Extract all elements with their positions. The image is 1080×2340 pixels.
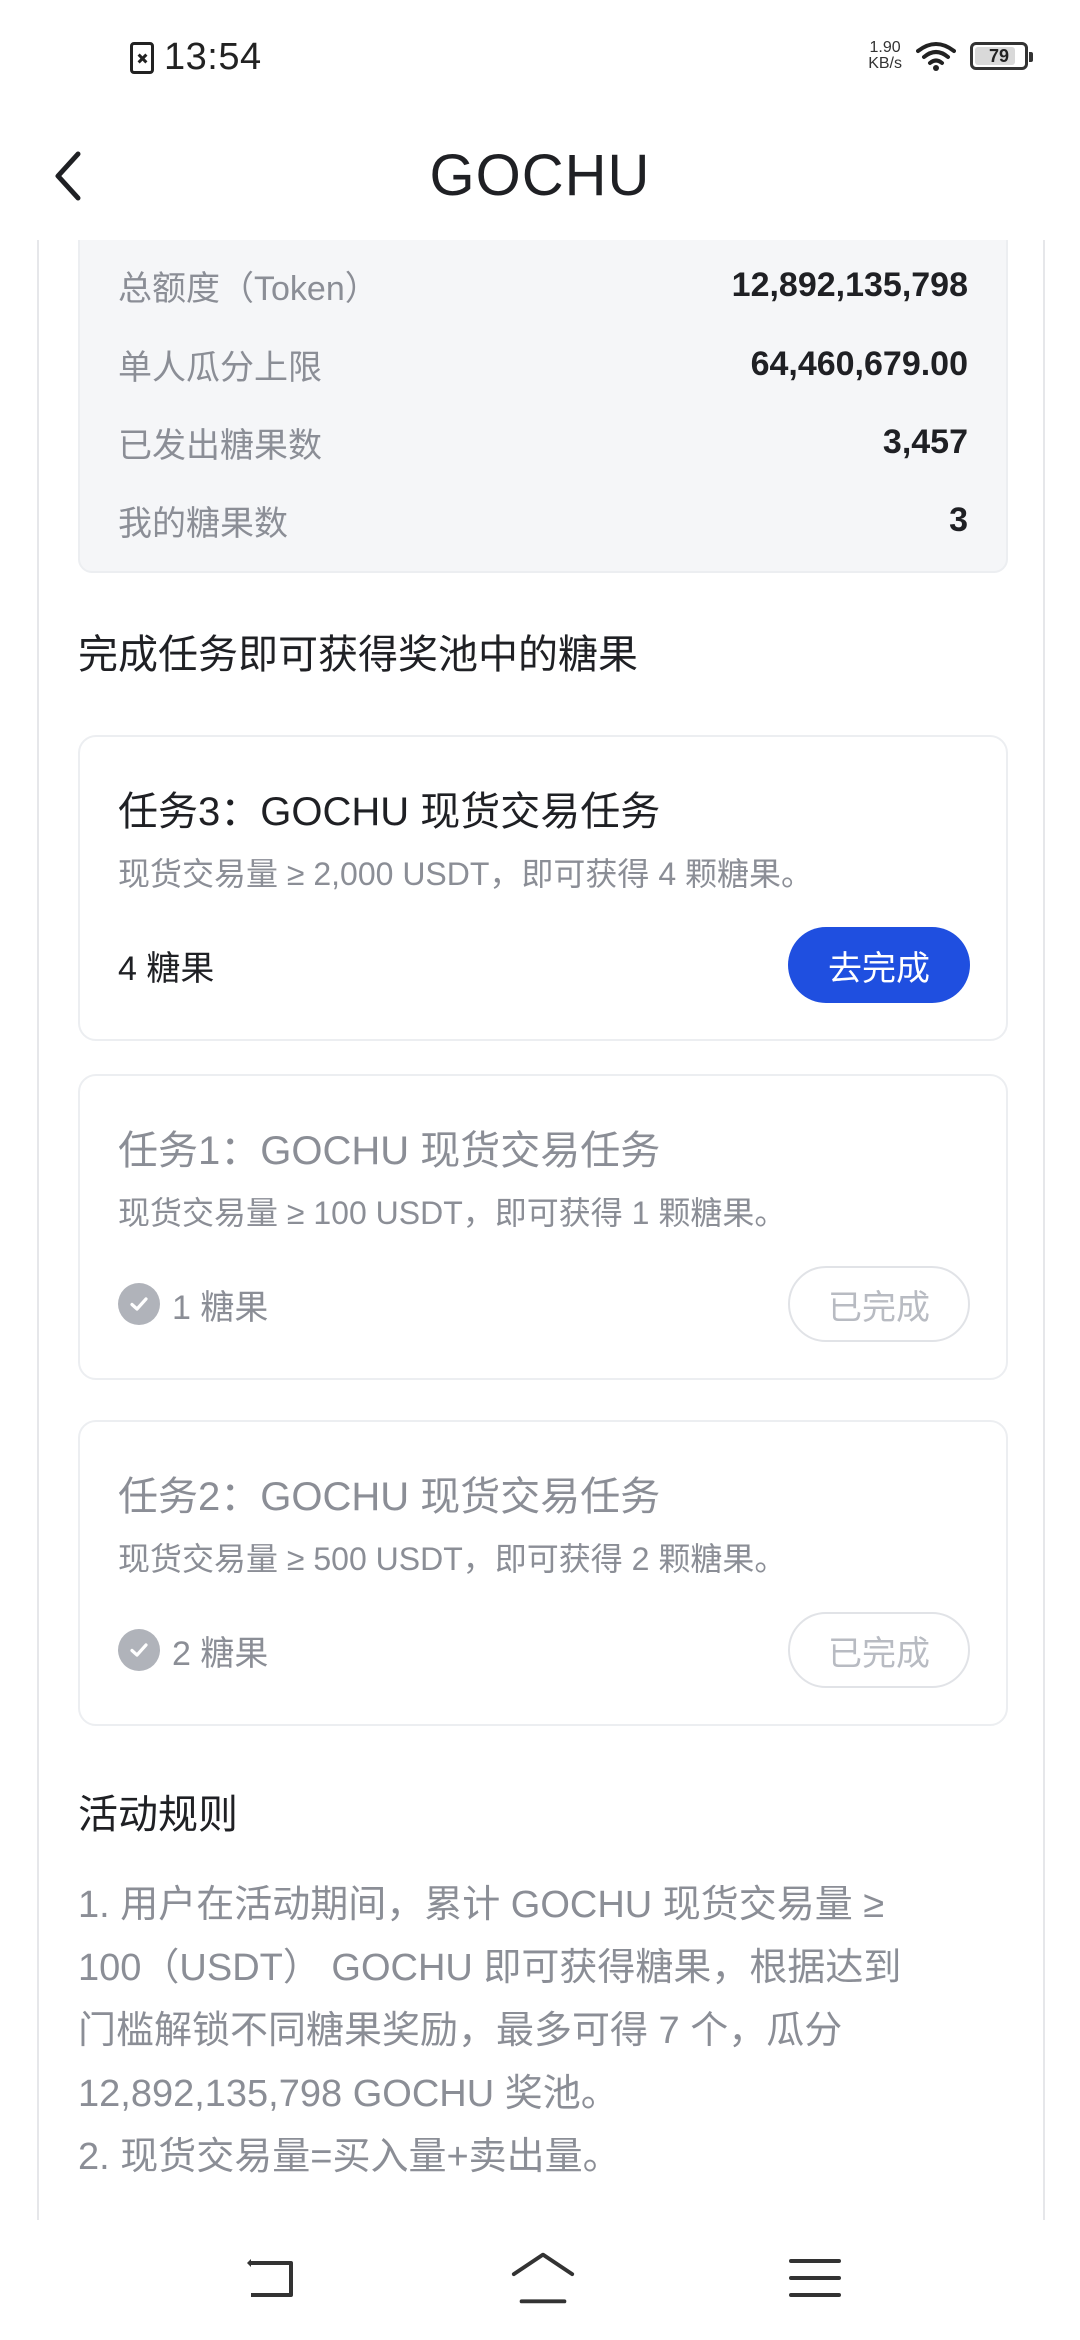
battery-tip <box>1029 52 1033 62</box>
check-circle-icon <box>118 1283 160 1325</box>
nav-menu-button[interactable] <box>780 2248 850 2308</box>
network-speed: 1.90 KB/s <box>868 40 902 72</box>
app-header: GOCHU <box>0 120 1080 240</box>
nav-home-icon <box>511 2252 575 2304</box>
task-title: 任务1：GOCHU 现货交易任务 <box>118 1129 661 1173</box>
stat-row-mine: 我的糖果数 3 <box>118 490 968 550</box>
task-description: 现货交易量 ≥ 2,000 USDT，即可获得 4 颗糖果。 <box>118 856 814 892</box>
content-area[interactable]: 总额度（Token） 12,892,135,798 单人瓜分上限 64,460,… <box>37 240 1045 2220</box>
task-reward: 1 糖果 <box>118 1274 268 1334</box>
page-title: GOCHU <box>429 143 651 208</box>
pool-stats-box: 总额度（Token） 12,892,135,798 单人瓜分上限 64,460,… <box>78 240 1008 573</box>
battery-level: 79 <box>988 45 1010 66</box>
task-description: 现货交易量 ≥ 500 USDT，即可获得 2 颗糖果。 <box>118 1541 787 1577</box>
stat-value: 3 <box>949 500 968 539</box>
stat-value: 3,457 <box>882 422 968 461</box>
task-title: 任务3：GOCHU 现货交易任务 <box>118 790 661 834</box>
task-card-2: 任务2：GOCHU 现货交易任务 现货交易量 ≥ 500 USDT，即可获得 2… <box>78 1420 1008 1726</box>
task-title: 任务2：GOCHU 现货交易任务 <box>118 1475 661 1519</box>
task-reward: 2 糖果 <box>118 1620 268 1680</box>
stat-row-issued: 已发出糖果数 3,457 <box>118 412 968 472</box>
status-time: 13:54 <box>164 36 262 78</box>
nav-home-button[interactable] <box>508 2248 578 2308</box>
tasks-heading: 完成任务即可获得奖池中的糖果 <box>78 633 638 677</box>
go-complete-button[interactable]: 去完成 <box>788 927 970 1003</box>
rules-line: 门槛解锁不同糖果奖励，最多可得 7 个，瓜分 <box>78 2010 843 2052</box>
status-bar: 13:54 1.90 KB/s 79 <box>0 0 1080 120</box>
network-speed-value: 1.90 <box>869 39 901 56</box>
wifi-icon <box>916 42 956 71</box>
stat-label: 总额度（Token） <box>118 269 379 308</box>
system-nav-bar <box>0 2220 1080 2340</box>
task-reward-label: 2 糖果 <box>172 1634 269 1673</box>
stat-row-per-user-cap: 单人瓜分上限 64,460,679.00 <box>118 334 968 394</box>
rules-text: 1. 用户在活动期间，累计 GOCHU 现货交易量 ≥ 100（USDT） GO… <box>78 1874 1008 2189</box>
stat-label: 我的糖果数 <box>118 504 288 543</box>
completed-button[interactable]: 已完成 <box>788 1266 970 1342</box>
rules-line: 1. 用户在活动期间，累计 GOCHU 现货交易量 ≥ <box>78 1884 885 1926</box>
task-description: 现货交易量 ≥ 100 USDT，即可获得 1 颗糖果。 <box>118 1195 787 1231</box>
nav-menu-icon <box>789 2259 841 2297</box>
rules-heading: 活动规则 <box>78 1793 238 1837</box>
completed-button[interactable]: 已完成 <box>788 1612 970 1688</box>
stat-label: 单人瓜分上限 <box>118 348 322 387</box>
task-reward-label: 1 糖果 <box>172 1288 269 1327</box>
task-card-1: 任务1：GOCHU 现货交易任务 现货交易量 ≥ 100 USDT，即可获得 1… <box>78 1074 1008 1380</box>
stat-value: 64,460,679.00 <box>750 344 968 383</box>
no-sim-icon <box>130 41 154 74</box>
stat-row-total: 总额度（Token） 12,892,135,798 <box>118 255 968 315</box>
task-reward: 4 糖果 <box>118 935 214 995</box>
status-right: 1.90 KB/s 79 <box>868 40 1033 72</box>
status-left: 13:54 <box>130 36 262 79</box>
nav-back-button[interactable] <box>236 2248 306 2308</box>
nav-back-icon <box>247 2259 293 2297</box>
task-reward-label: 4 糖果 <box>118 949 215 988</box>
battery-icon: 79 <box>970 42 1033 70</box>
check-circle-icon <box>118 1629 160 1671</box>
task-card-3: 任务3：GOCHU 现货交易任务 现货交易量 ≥ 2,000 USDT，即可获得… <box>78 735 1008 1041</box>
stat-label: 已发出糖果数 <box>118 426 322 465</box>
rules-line: 2. 现货交易量=买入量+卖出量。 <box>78 2136 621 2178</box>
rules-line: 12,892,135,798 GOCHU 奖池。 <box>78 2073 619 2115</box>
network-speed-unit: KB/s <box>868 55 902 72</box>
rules-line: 100（USDT） GOCHU 即可获得糖果，根据达到 <box>78 1947 902 1989</box>
stat-value: 12,892,135,798 <box>731 265 968 304</box>
